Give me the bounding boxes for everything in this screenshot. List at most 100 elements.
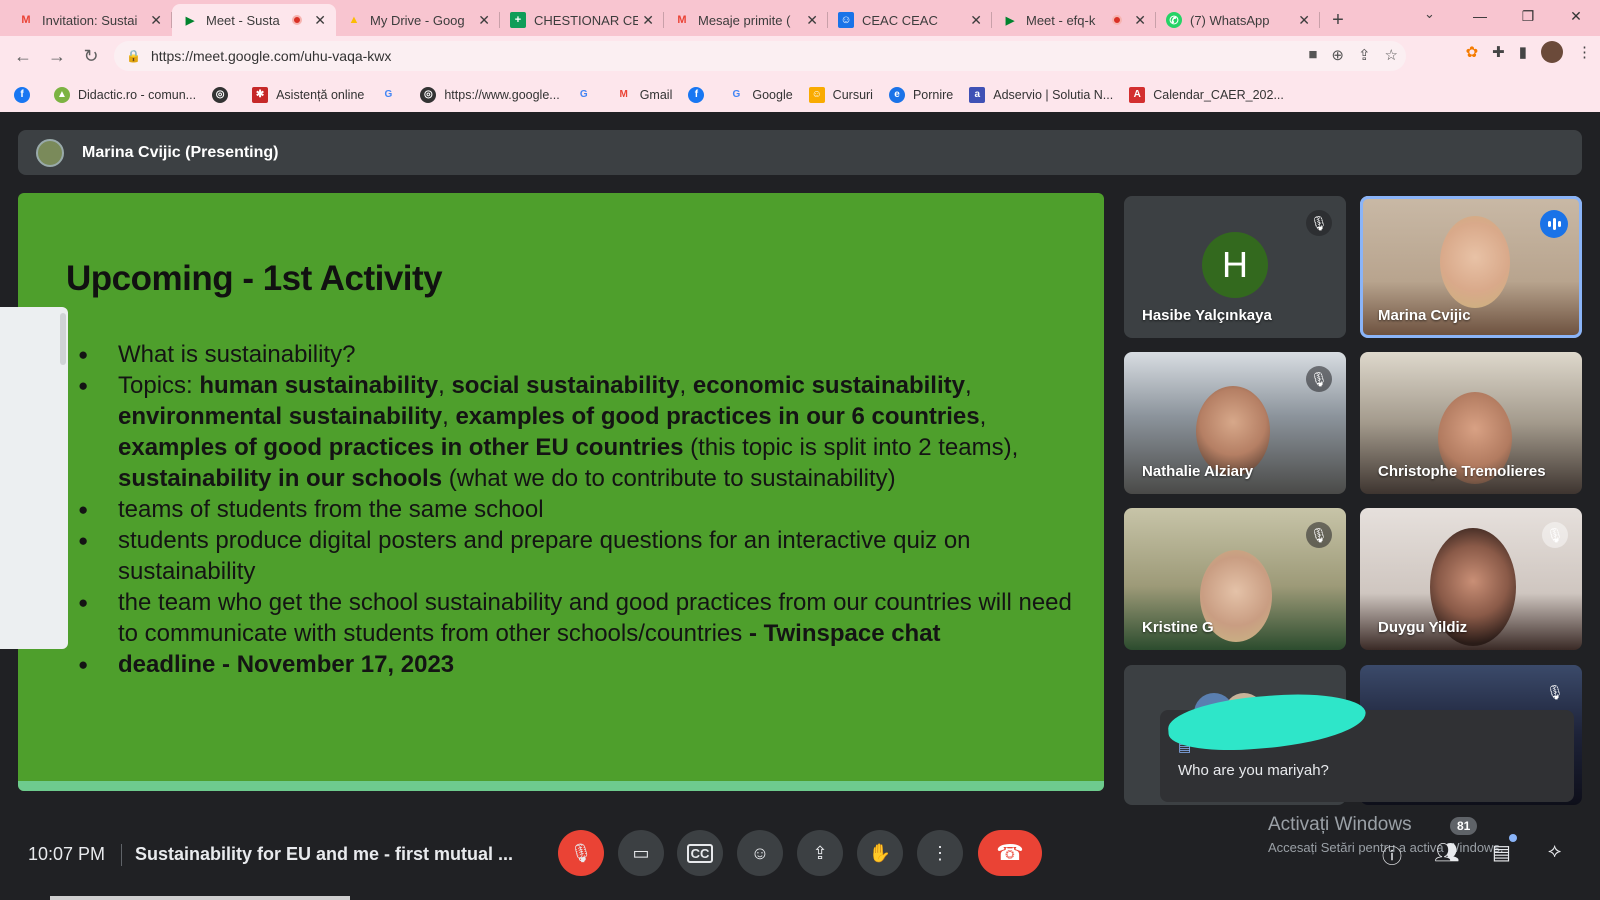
- reactions-button[interactable]: ☺: [737, 830, 783, 876]
- close-icon[interactable]: ✕: [1298, 12, 1310, 29]
- star-icon[interactable]: ☆: [1385, 46, 1398, 64]
- address-bar[interactable]: 🔒 https://meet.google.com/uhu-vaqa-kwx ■…: [114, 41, 1406, 71]
- bookmark-item[interactable]: f: [688, 86, 712, 103]
- bookmark-item[interactable]: G Google: [728, 87, 792, 103]
- puzzle-icon[interactable]: ✚: [1492, 43, 1505, 61]
- scrollbar[interactable]: [50, 896, 350, 900]
- bookmark-item[interactable]: f: [14, 86, 38, 103]
- scrollbar[interactable]: [60, 313, 66, 365]
- window-controls: — ❐ ✕: [1456, 0, 1600, 32]
- participant-tile[interactable]: Christophe Tremolieres: [1360, 352, 1582, 494]
- raise-hand-button[interactable]: ✋: [857, 830, 903, 876]
- new-tab-button[interactable]: +: [1324, 6, 1352, 34]
- asistenta-icon: ✱: [252, 86, 269, 103]
- close-icon[interactable]: ✕: [806, 12, 818, 29]
- share-icon[interactable]: ⇪: [1358, 46, 1371, 64]
- adservio-icon: a: [969, 86, 986, 103]
- present-button[interactable]: ⇪: [797, 830, 843, 876]
- participant-tile[interactable]: 🎙︎ Duygu Yildiz: [1360, 508, 1582, 650]
- bookmark-item[interactable]: e Pornire: [888, 86, 953, 103]
- participants-count-badge: 81: [1450, 817, 1478, 835]
- back-button[interactable]: ←: [6, 40, 40, 74]
- restore-button[interactable]: ❐: [1504, 0, 1552, 32]
- close-window-button[interactable]: ✕: [1552, 0, 1600, 32]
- presenter-banner: Marina Cvijic (Presenting): [18, 130, 1582, 175]
- participant-tile[interactable]: Marina Cvijic: [1360, 196, 1582, 338]
- bookmark-label: Calendar_CAER_202...: [1153, 87, 1284, 102]
- people-icon[interactable]: 👥︎: [1434, 840, 1459, 865]
- bookmark-item[interactable]: ☺ Cursuri: [808, 86, 873, 103]
- participant-name: Christophe Tremolieres: [1378, 463, 1546, 480]
- bookmark-item[interactable]: ◎ https://www.google...: [420, 86, 560, 103]
- bookmark-label: Google: [752, 87, 793, 102]
- slide-bullet: deadline - November 17, 2023: [78, 649, 1078, 680]
- chevron-down-icon[interactable]: ⌄: [1424, 6, 1435, 22]
- tab-title: CHESTIONAR CE: [534, 12, 639, 28]
- close-icon[interactable]: ✕: [1134, 12, 1146, 29]
- omnibox-actions: ■ ⊕ ⇪ ☆: [1308, 46, 1398, 64]
- reload-button[interactable]: ↻: [74, 40, 108, 74]
- hand-icon: ✋: [868, 842, 892, 863]
- slide-bullet: the team who get the school sustainabili…: [78, 587, 1078, 649]
- recording-icon: [1112, 15, 1123, 25]
- more-options-button[interactable]: ⋮: [917, 830, 963, 876]
- side-panel[interactable]: [0, 307, 68, 649]
- tab-classroom[interactable]: ☺ CEAC CEAC ✕: [828, 4, 992, 36]
- slide-accent-bar: [18, 781, 1104, 791]
- mic-off-icon: 🎙︎: [569, 842, 593, 863]
- meet-stage: Marina Cvijic (Presenting) Upcoming - 1s…: [0, 112, 1600, 900]
- bookmark-label: Gmail: [639, 87, 673, 102]
- tab-whatsapp[interactable]: ✆ (7) WhatsApp ✕: [1156, 4, 1320, 36]
- more-vert-icon: ⋮: [931, 842, 949, 863]
- minimize-button[interactable]: —: [1456, 0, 1504, 32]
- recording-icon: [292, 15, 303, 25]
- close-icon[interactable]: ✕: [314, 12, 326, 29]
- gmail-icon: M: [619, 89, 628, 100]
- tab-sheets[interactable]: + CHESTIONAR CE ✕: [500, 4, 664, 36]
- bookmark-item[interactable]: M Gmail: [616, 87, 673, 103]
- profile-avatar[interactable]: [1541, 41, 1563, 63]
- meeting-clock: 10:07 PM: [28, 844, 106, 864]
- menu-kebab-icon[interactable]: ⋮: [1577, 43, 1592, 61]
- zoom-icon[interactable]: ⊕: [1331, 46, 1344, 64]
- activities-icon[interactable]: ⟡: [1548, 840, 1561, 863]
- speaking-indicator-icon: [1540, 210, 1568, 238]
- camera-icon[interactable]: ■: [1308, 46, 1317, 64]
- slide-bullet: students produce digital posters and pre…: [78, 525, 1078, 587]
- captions-button[interactable]: CC: [677, 830, 723, 876]
- participant-name: Duygu Yildiz: [1378, 619, 1468, 636]
- camera-toggle-button[interactable]: ▭: [618, 830, 664, 876]
- bookmark-item[interactable]: ◎: [212, 86, 236, 103]
- bookmark-label: Didactic.ro - comun...: [78, 87, 197, 102]
- info-icon[interactable]: ⓘ: [1382, 840, 1402, 869]
- leave-call-button[interactable]: ☎: [978, 830, 1042, 876]
- tab-title: Mesaje primite (: [698, 12, 791, 28]
- participant-video: [1440, 216, 1510, 308]
- close-icon[interactable]: ✕: [478, 12, 490, 29]
- close-icon[interactable]: ✕: [150, 12, 162, 29]
- bookmark-item[interactable]: ▲ Didactic.ro - comun...: [54, 86, 197, 103]
- participant-tile[interactable]: 🎙︎ Nathalie Alziary: [1124, 352, 1346, 494]
- bookmark-item[interactable]: A Calendar_CAER_202...: [1129, 86, 1284, 103]
- bookmark-item[interactable]: G: [380, 87, 404, 103]
- mic-toggle-button[interactable]: 🎙︎: [558, 830, 604, 876]
- tab-title: Meet - efq-k: [1026, 12, 1096, 28]
- participant-tile[interactable]: H 🎙︎ Hasibe Yalçınkaya: [1124, 196, 1346, 338]
- close-icon[interactable]: ✕: [642, 12, 654, 29]
- extension-icon[interactable]: ✿: [1466, 43, 1479, 61]
- bookmark-item[interactable]: a Adservio | Solutia N...: [969, 86, 1113, 103]
- bookmark-item[interactable]: G: [576, 87, 600, 103]
- side-panel-icon[interactable]: ▮: [1519, 43, 1527, 61]
- forward-button[interactable]: →: [40, 40, 74, 74]
- tab-gmail-inbox[interactable]: M Mesaje primite ( ✕: [664, 4, 828, 36]
- globe-icon: ◎: [420, 86, 437, 103]
- participant-tile[interactable]: 🎙︎ Kristine G: [1124, 508, 1346, 650]
- tab-meet-active[interactable]: ▶ Meet - Susta ✕: [172, 4, 336, 36]
- sheets-icon: +: [510, 12, 526, 28]
- close-icon[interactable]: ✕: [970, 12, 982, 29]
- tab-drive[interactable]: ▲ My Drive - Goog ✕: [336, 4, 500, 36]
- chat-icon[interactable]: ▤: [1492, 840, 1511, 865]
- bookmark-item[interactable]: ✱ Asistență online: [252, 86, 364, 103]
- tab-gmail-invitation[interactable]: M Invitation: Sustai ✕: [8, 4, 172, 36]
- tab-meet-other[interactable]: ▶ Meet - efq-k ✕: [992, 4, 1156, 36]
